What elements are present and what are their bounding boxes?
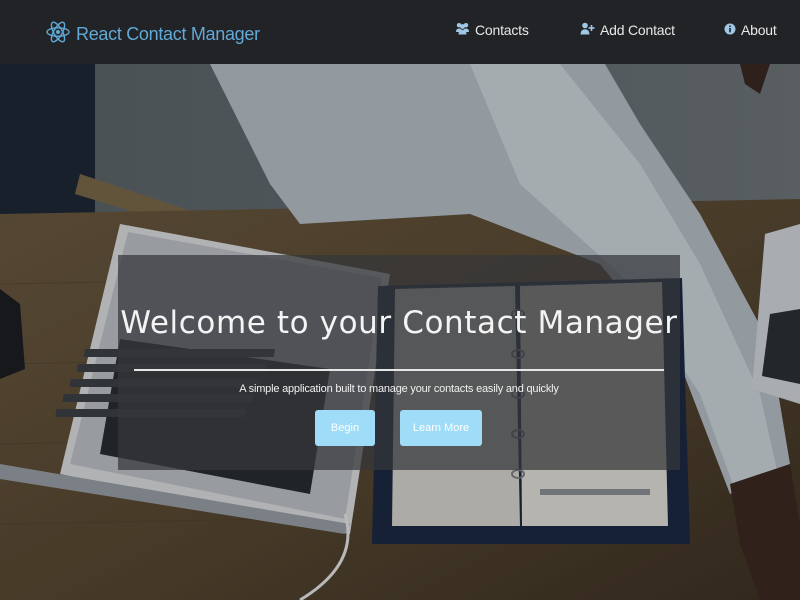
brand-link[interactable]: React Contact Manager xyxy=(46,17,260,52)
nav-about-link[interactable]: About xyxy=(724,22,777,38)
user-plus-icon xyxy=(580,22,600,38)
welcome-jumbotron: Welcome to your Contact Manager A simple… xyxy=(118,255,680,470)
nav-add-contact-label: Add Contact xyxy=(600,22,675,38)
begin-button[interactable]: Begin xyxy=(315,410,375,446)
navbar: React Contact Manager Contacts Add Conta… xyxy=(0,0,800,64)
nav-contacts-link[interactable]: Contacts xyxy=(455,22,529,38)
nav-about-label: About xyxy=(741,22,777,38)
info-circle-icon xyxy=(724,22,741,38)
nav-contacts-label: Contacts xyxy=(475,22,529,38)
brand-title: React Contact Manager xyxy=(76,24,260,44)
users-icon xyxy=(455,22,475,38)
learn-more-button[interactable]: Learn More xyxy=(400,410,482,446)
nav-add-contact-link[interactable]: Add Contact xyxy=(580,22,675,38)
react-logo-icon xyxy=(46,17,70,52)
welcome-subtitle: A simple application built to manage you… xyxy=(239,383,559,395)
welcome-title: Welcome to your Contact Manager xyxy=(120,305,678,341)
title-divider xyxy=(134,369,664,371)
